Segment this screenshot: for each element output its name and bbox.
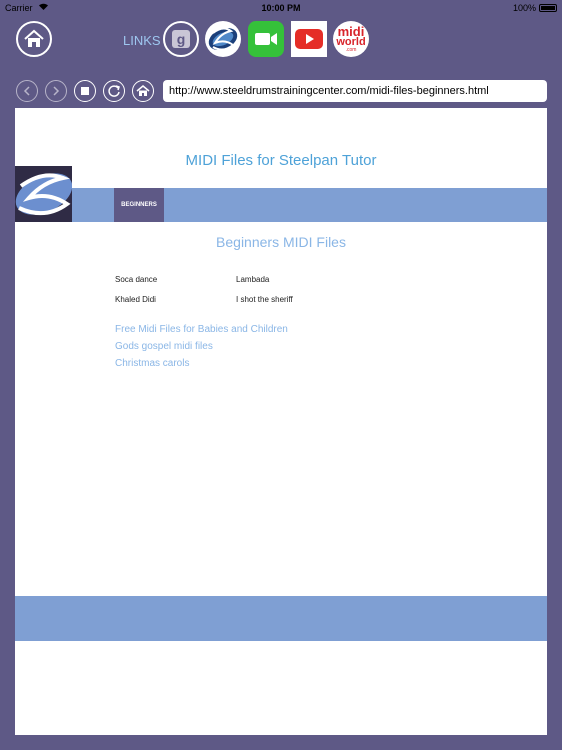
web-view[interactable]: MIDI Files for Steelpan Tutor BEGINNERS … [15, 108, 547, 735]
google-link-button[interactable]: g [163, 21, 199, 57]
stop-button[interactable] [74, 80, 96, 102]
clock: 10:00 PM [261, 3, 301, 13]
song-link[interactable]: Khaled Didi [115, 295, 156, 304]
forward-button[interactable] [45, 80, 67, 102]
midiworld-logo-text-3: .com [345, 46, 357, 53]
site-logo[interactable] [15, 166, 73, 222]
battery-icon [539, 4, 557, 12]
menu-tab-beginners[interactable]: BEGINNERS [114, 188, 164, 222]
reload-icon [108, 85, 120, 97]
babies-children-link[interactable]: Free Midi Files for Babies and Children [115, 324, 288, 335]
stop-icon [81, 87, 89, 95]
facetime-link-button[interactable] [248, 21, 284, 57]
battery-percent: 100% [512, 3, 536, 13]
app-home-button[interactable] [16, 21, 52, 57]
chevron-left-icon [23, 86, 30, 96]
song-link[interactable]: Soca dance [115, 275, 157, 284]
steelpan-logo-icon [15, 166, 73, 222]
browser-home-button[interactable] [132, 80, 154, 102]
house-icon [24, 29, 44, 47]
chevron-right-icon [53, 86, 60, 96]
url-input[interactable] [163, 80, 547, 102]
back-button[interactable] [16, 80, 38, 102]
song-link[interactable]: I shot the sheriff [236, 295, 293, 304]
song-link[interactable]: Lambada [236, 275, 269, 284]
site-title: MIDI Files for Steelpan Tutor [185, 152, 377, 169]
steelpan-link-button[interactable] [205, 21, 241, 57]
christmas-carols-link[interactable]: Christmas carols [115, 358, 189, 369]
video-camera-icon [255, 33, 277, 45]
status-bar: Carrier 10:00 PM 100% [0, 0, 562, 16]
house-icon [136, 85, 150, 96]
reload-button[interactable] [103, 80, 125, 102]
footer-band [15, 596, 547, 641]
google-icon: g [172, 30, 190, 48]
steelpan-logo-icon [206, 22, 240, 56]
youtube-link-button[interactable] [291, 21, 327, 57]
gospel-link[interactable]: Gods gospel midi files [115, 341, 213, 352]
links-label: LINKS [123, 33, 161, 48]
youtube-icon [295, 29, 323, 49]
midiworld-link-button[interactable]: midi world .com [333, 21, 369, 57]
section-heading: Beginners MIDI Files [216, 234, 346, 250]
